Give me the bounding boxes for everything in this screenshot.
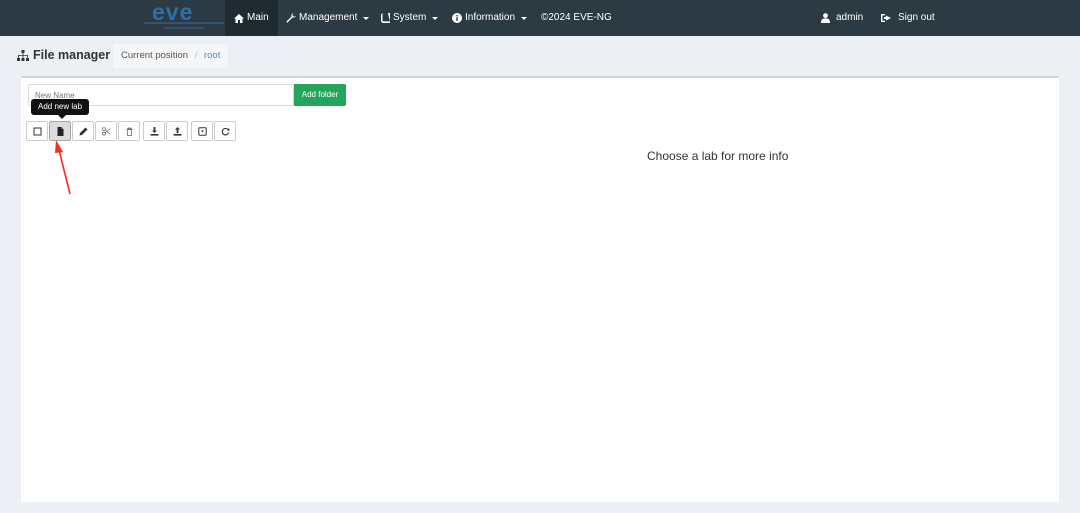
- scissors-icon: [101, 126, 111, 136]
- copyright-label: ©2024 EVE-NG: [541, 12, 612, 23]
- breadcrumb: Current position / root: [113, 44, 229, 68]
- page-title: File manager: [17, 48, 110, 62]
- top-navbar: eve Main Management System Information ©…: [0, 0, 1080, 36]
- nav-signout[interactable]: Sign out: [881, 0, 935, 36]
- chevron-down-icon: [521, 16, 528, 20]
- export-icon: [197, 126, 207, 136]
- nav-management-label: Management: [299, 12, 358, 23]
- rename-button[interactable]: [72, 121, 94, 141]
- nav-main-label: Main: [247, 12, 269, 23]
- move-button[interactable]: [95, 121, 117, 141]
- breadcrumb-label: Current position: [121, 50, 189, 61]
- delete-button[interactable]: [118, 121, 140, 141]
- user-icon: [821, 13, 830, 23]
- logo-tagline-line-2: [164, 27, 204, 29]
- sitemap-icon: [17, 49, 29, 61]
- sign-out-icon: [881, 14, 891, 22]
- nav-system-label: System: [393, 12, 427, 23]
- select-all-button[interactable]: [26, 121, 48, 141]
- nav-management[interactable]: Management: [286, 0, 370, 36]
- upload-icon: [173, 126, 181, 136]
- page-header: File manager Current position / root: [17, 42, 229, 68]
- refresh-button[interactable]: [214, 121, 236, 141]
- trash-icon: [126, 127, 132, 136]
- chevron-down-icon: [432, 16, 439, 20]
- copyright-text: ©2024 EVE-NG: [541, 0, 612, 36]
- breadcrumb-separator: /: [194, 50, 198, 61]
- wrench-icon: [286, 13, 296, 23]
- chevron-down-icon: [363, 16, 370, 20]
- refresh-icon: [221, 127, 230, 135]
- add-folder-button[interactable]: Add folder: [294, 84, 346, 106]
- nav-system[interactable]: System: [381, 0, 439, 36]
- info-circle-icon: [452, 13, 462, 23]
- new-lab-icon: [57, 126, 63, 136]
- import-button[interactable]: [166, 121, 188, 141]
- logo-tagline-line: [144, 22, 224, 24]
- file-toolbar: [26, 121, 237, 141]
- checkbox-icon: [33, 127, 41, 135]
- file-manager-panel: Add folder Add new lab Choose a la: [21, 76, 1059, 502]
- page-title-label: File manager: [33, 48, 111, 62]
- export-labs-button[interactable]: [191, 121, 213, 141]
- pencil-icon: [79, 127, 87, 135]
- nav-user-label: admin: [836, 12, 864, 23]
- nav-main[interactable]: Main: [225, 0, 278, 36]
- tooltip-add-new-lab: Add new lab: [31, 99, 89, 119]
- book-icon: [381, 13, 390, 23]
- add-new-lab-button[interactable]: [49, 121, 71, 141]
- download-icon: [150, 126, 158, 136]
- eve-logo[interactable]: eve: [142, 0, 224, 34]
- nav-signout-label: Sign out: [898, 12, 935, 23]
- nav-information-label: Information: [465, 12, 516, 23]
- nav-information[interactable]: Information: [452, 0, 528, 36]
- export-button[interactable]: [143, 121, 165, 141]
- home-icon: [234, 13, 244, 23]
- breadcrumb-root-link[interactable]: root: [204, 50, 220, 61]
- lab-info-message: Choose a lab for more info: [647, 149, 789, 163]
- nav-user[interactable]: admin: [821, 0, 863, 36]
